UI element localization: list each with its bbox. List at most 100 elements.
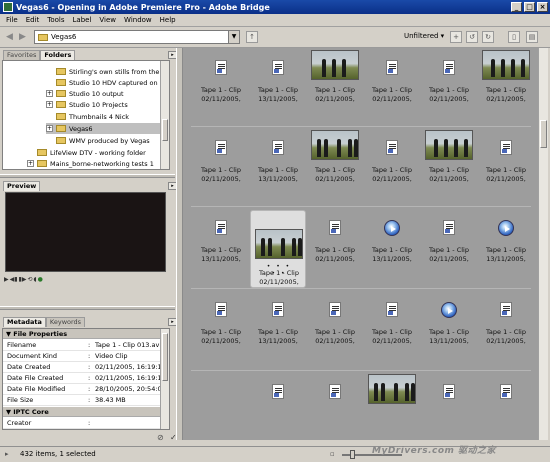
thumbnail-date: 13/11/2005, — [258, 95, 298, 103]
thumbnail-item[interactable]: Tape 1 - Clip 02/11/2005, — [421, 130, 477, 208]
play-icon[interactable]: ▶ — [4, 276, 9, 284]
menu-label[interactable]: Label — [69, 16, 96, 24]
folder-item[interactable]: + Studio 10 Projects — [46, 99, 128, 110]
tab-favorites[interactable]: Favorites — [3, 50, 41, 60]
menu-file[interactable]: File — [2, 16, 22, 24]
scroll-thumb[interactable] — [162, 119, 168, 141]
view-mode-icon[interactable]: ▤ — [526, 31, 538, 43]
thumbnail-item[interactable]: Tape 1 - Clip 13/11/2005, — [250, 50, 306, 128]
loop-icon[interactable]: ⟲ — [27, 276, 32, 284]
thumbnail-item[interactable]: Tape 1 - Clip 02/11/2005, — [478, 50, 534, 128]
expand-icon[interactable]: + — [46, 125, 53, 132]
folder-icon — [56, 68, 66, 75]
volume-icon[interactable]: ◖ — [34, 276, 37, 284]
metadata-row[interactable]: Creator: — [3, 418, 169, 429]
thumbnail-item[interactable] — [307, 374, 363, 440]
thumbnail-date: 13/11/2005, — [429, 337, 469, 345]
new-folder-icon[interactable]: + — [450, 31, 462, 43]
filter-dropdown[interactable]: Unfiltered ▾ — [404, 32, 444, 40]
thumbnail-selected[interactable]: • • • • • Tape 1 - Clip 02/11/2005, — [250, 210, 306, 288]
section-iptc-core[interactable]: ▼ IPTC Core — [3, 407, 169, 417]
expand-icon[interactable]: + — [46, 101, 53, 108]
thumbnail-item[interactable]: Tape 1 - Clip 02/11/2005, — [478, 130, 534, 208]
delete-icon[interactable]: ▯ — [508, 31, 520, 43]
thumbnail-item[interactable]: Tape 1 - Clip 02/11/2005, — [364, 292, 420, 370]
slider-knob[interactable] — [350, 450, 355, 459]
step-forward-icon[interactable]: ▮▶ — [19, 276, 27, 284]
folder-item[interactable]: + Studio 10 output — [46, 88, 124, 99]
forward-arrow-icon[interactable]: ▶ — [19, 32, 29, 42]
menu-help[interactable]: Help — [156, 16, 180, 24]
thumbnail-item[interactable]: Tape 1 - Clip 13/11/2005, — [250, 292, 306, 370]
zoom-out-icon[interactable]: ▫ — [330, 450, 335, 458]
thumbnail-item[interactable]: Tape 1 - Clip 02/11/2005, — [421, 50, 477, 128]
tab-folders[interactable]: Folders — [40, 50, 76, 60]
thumbnail-item[interactable]: Tape 1 - Clip 02/11/2005, — [364, 130, 420, 208]
thumbnail-item[interactable]: Tape 1 - Clip 02/11/2005, — [478, 292, 534, 370]
thumbnail-item[interactable]: Tape 1 - Clip 02/11/2005, — [307, 130, 363, 208]
thumbnail-item[interactable]: Tape 1 - Clip 02/11/2005, — [307, 50, 363, 128]
thumbnail-item[interactable]: Tape 1 - Clip 02/11/2005, — [193, 130, 249, 208]
folder-item-selected[interactable]: + Vegas6 — [46, 123, 169, 134]
video-file-icon — [272, 140, 284, 155]
menu-view[interactable]: View — [95, 16, 120, 24]
no-entry-icon[interactable]: ⊘ — [157, 433, 164, 442]
thumbnail-item[interactable]: Tape 1 - Clip 02/11/2005, — [421, 210, 477, 288]
tab-preview[interactable]: Preview — [3, 181, 41, 191]
thumbnail-item[interactable] — [421, 374, 477, 440]
thumbnail-item[interactable] — [364, 374, 420, 440]
minimize-button[interactable]: _ — [511, 2, 522, 12]
thumbnail-item[interactable] — [478, 374, 534, 440]
go-up-icon[interactable]: ↑ — [246, 31, 258, 43]
maximize-button[interactable]: □ — [524, 2, 535, 12]
vertical-splitter[interactable] — [176, 48, 183, 440]
thumbnail-item[interactable]: Tape 1 - Clip 13/11/2005, — [193, 210, 249, 288]
status-arrow-icon[interactable]: ▸ — [5, 450, 9, 458]
thumbnail-item[interactable]: Tape 1 - Clip 02/11/2005, — [193, 292, 249, 370]
thumbnail-item[interactable]: Tape 1 - Clip 02/11/2005, — [307, 210, 363, 288]
thumbnail-date: 02/11/2005, — [372, 337, 412, 345]
folder-item[interactable]: Stirling's own stills from the even — [56, 66, 169, 77]
thumbnail-item[interactable]: Tape 1 - Clip 02/11/2005, — [364, 50, 420, 128]
folder-item[interactable]: WMV produced by Vegas — [56, 135, 150, 146]
panel-divider[interactable] — [0, 306, 175, 310]
rotate-left-icon[interactable]: ↺ — [466, 31, 478, 43]
person-figure — [521, 59, 525, 77]
expand-icon[interactable]: + — [46, 90, 53, 97]
thumbnail-item[interactable]: Tape 1 - Clip 13/11/2005, — [364, 210, 420, 288]
folder-item[interactable]: + Mains_borne-networking tests 1 — [27, 158, 154, 169]
menu-edit[interactable]: Edit — [22, 16, 44, 24]
chevron-down-icon[interactable]: ▼ — [228, 31, 239, 43]
thumbnail-item[interactable]: Tape 1 - Clip 02/11/2005, — [193, 50, 249, 128]
thumbnail-item[interactable]: Tape 1 - Clip 02/11/2005, — [307, 292, 363, 370]
content-scrollbar[interactable] — [538, 48, 548, 440]
video-file-icon — [272, 302, 284, 317]
tab-metadata[interactable]: Metadata — [3, 317, 46, 327]
thumbnail-item[interactable] — [250, 374, 306, 440]
path-dropdown[interactable]: Vegas6 ▼ — [34, 30, 240, 44]
rotate-right-icon[interactable]: ↻ — [482, 31, 494, 43]
thumbnail-item[interactable]: Tape 1 - Clip 13/11/2005, — [421, 292, 477, 370]
folder-scrollbar[interactable] — [160, 61, 169, 169]
thumbnail-item[interactable]: Tape 1 - Clip 13/11/2005, — [478, 210, 534, 288]
panel-divider[interactable] — [0, 174, 175, 178]
video-file-icon — [215, 220, 227, 235]
tab-keywords[interactable]: Keywords — [45, 317, 86, 327]
scroll-thumb[interactable] — [162, 333, 168, 381]
video-file-icon — [215, 140, 227, 155]
scroll-thumb[interactable] — [540, 120, 547, 148]
metadata-scrollbar[interactable] — [160, 329, 169, 429]
folder-item[interactable]: LifeView DTV - working folder — [37, 147, 146, 158]
step-back-icon[interactable]: ◀▮ — [10, 276, 18, 284]
section-file-properties[interactable]: ▼ File Properties — [3, 329, 169, 339]
folder-item[interactable]: Thumbnails 4 Nick — [56, 111, 129, 122]
folder-item[interactable]: Studio 10 HDV captured on Mesh — [56, 77, 169, 88]
playhead-icon[interactable]: ● — [38, 276, 43, 284]
thumbnail-item[interactable]: Tape 1 - Clip 13/11/2005, — [250, 130, 306, 208]
back-arrow-icon[interactable]: ◀ — [6, 32, 16, 42]
menu-tools[interactable]: Tools — [43, 16, 68, 24]
close-button[interactable]: × — [537, 2, 548, 12]
thumbnail-item[interactable] — [193, 374, 249, 440]
menu-window[interactable]: Window — [120, 16, 156, 24]
expand-icon[interactable]: + — [27, 160, 34, 167]
